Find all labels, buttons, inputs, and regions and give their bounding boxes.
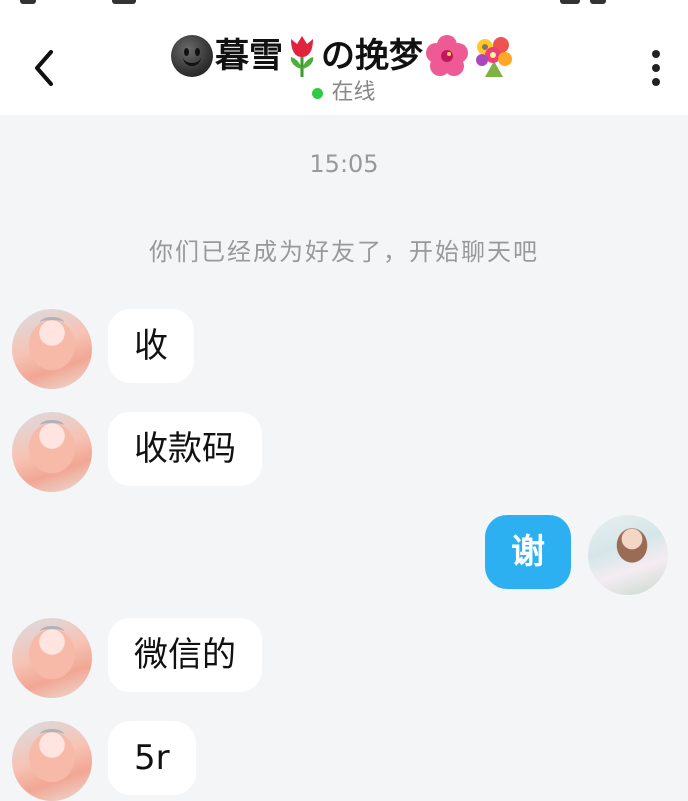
message-bubble-sent[interactable]: 谢 xyxy=(485,515,571,589)
contact-avatar[interactable] xyxy=(12,721,92,801)
message-bubble-received[interactable]: 收 xyxy=(108,309,194,383)
system-message: 你们已经成为好友了，开始聊天吧 xyxy=(149,238,539,266)
tulip-icon xyxy=(290,36,314,77)
online-status-text: 在线 xyxy=(331,80,376,105)
message-bubble-received[interactable]: 微信的 xyxy=(108,618,262,692)
contact-name: 暮雪 の挽梦 xyxy=(171,30,517,82)
message-bubble-received[interactable]: 收款码 xyxy=(108,412,262,486)
hibiscus-icon xyxy=(426,35,468,76)
back-button[interactable] xyxy=(22,46,66,90)
dark-smiley-face-icon xyxy=(171,35,213,77)
contact-avatar[interactable] xyxy=(12,309,92,389)
chevron-left-icon xyxy=(35,50,53,86)
more-options-button[interactable] xyxy=(636,46,676,90)
chat-title-area[interactable]: 暮雪 の挽梦 在线 xyxy=(120,30,568,108)
contact-avatar[interactable] xyxy=(12,412,92,492)
message-bubble-received[interactable]: 5r xyxy=(108,721,196,795)
online-dot-icon xyxy=(312,87,324,99)
bouquet-icon xyxy=(476,37,512,77)
message-timestamp: 15:05 xyxy=(309,150,379,178)
contact-name-part-1: 暮雪 xyxy=(215,36,283,76)
more-vertical-icon xyxy=(652,50,660,58)
contact-avatar[interactable] xyxy=(12,618,92,698)
my-avatar[interactable] xyxy=(588,515,668,595)
chat-header: 暮雪 の挽梦 在线 xyxy=(0,20,688,115)
status-bar xyxy=(0,0,688,20)
online-status: 在线 xyxy=(120,78,568,108)
contact-name-part-2: の挽梦 xyxy=(321,36,423,76)
